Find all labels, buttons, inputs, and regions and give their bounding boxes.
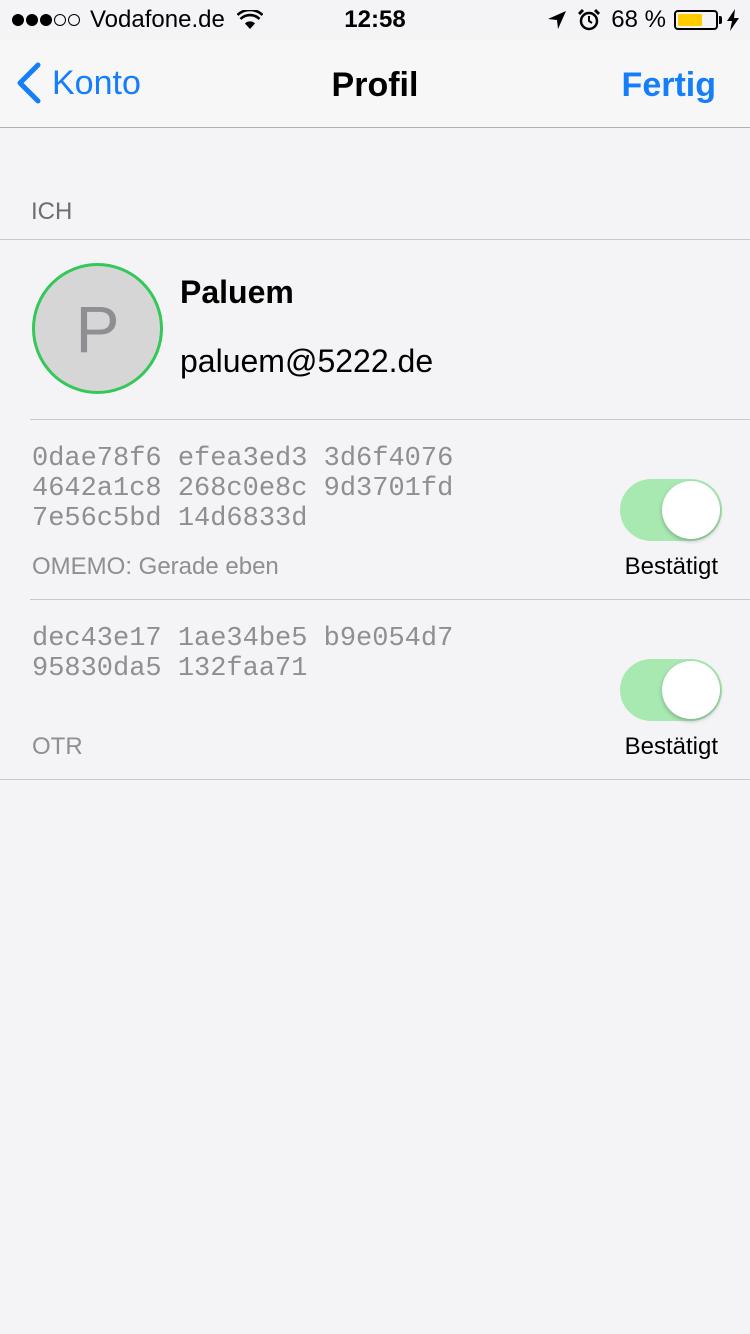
profile-jid: paluem@5222.de bbox=[180, 343, 434, 379]
toggle-knob bbox=[662, 661, 720, 719]
omemo-verified-toggle[interactable] bbox=[620, 479, 722, 541]
profile-name: Paluem bbox=[180, 274, 294, 310]
omemo-verified-label: Bestätigt bbox=[624, 553, 718, 580]
alarm-icon bbox=[578, 8, 601, 31]
battery-percent: 68 % bbox=[611, 6, 666, 33]
battery-tip bbox=[719, 16, 722, 24]
omemo-fingerprint-row: 0dae78f6 efea3ed3 3d6f4076 4642a1c8 268c… bbox=[30, 419, 750, 599]
omemo-fingerprint: 0dae78f6 efea3ed3 3d6f4076 4642a1c8 268c… bbox=[32, 444, 454, 534]
battery-icon bbox=[674, 10, 718, 30]
profile-section: P Paluem paluem@5222.de 0dae78f6 efea3ed… bbox=[0, 239, 750, 780]
avatar: P bbox=[32, 263, 163, 394]
toggle-knob bbox=[662, 481, 720, 539]
location-arrow-icon bbox=[548, 11, 567, 29]
omemo-label: OMEMO: Gerade eben bbox=[32, 553, 279, 580]
done-button[interactable]: Fertig bbox=[622, 66, 716, 105]
otr-fingerprint: dec43e17 1ae34be5 b9e054d7 95830da5 132f… bbox=[32, 624, 454, 684]
status-bar-right: 68 % bbox=[547, 6, 740, 34]
otr-verified-toggle[interactable] bbox=[620, 659, 722, 721]
section-header: ICH bbox=[31, 198, 73, 225]
otr-verified-label: Bestätigt bbox=[624, 733, 718, 760]
profile-row: P Paluem paluem@5222.de bbox=[0, 240, 750, 419]
battery-level bbox=[678, 14, 703, 26]
otr-label: OTR bbox=[32, 733, 83, 760]
charging-bolt-icon bbox=[727, 9, 739, 31]
status-bar: Vodafone.de 12:58 68 % bbox=[0, 0, 750, 40]
otr-fingerprint-row: dec43e17 1ae34be5 b9e054d7 95830da5 132f… bbox=[30, 599, 750, 779]
navigation-bar: Konto Profil Fertig bbox=[0, 40, 750, 128]
